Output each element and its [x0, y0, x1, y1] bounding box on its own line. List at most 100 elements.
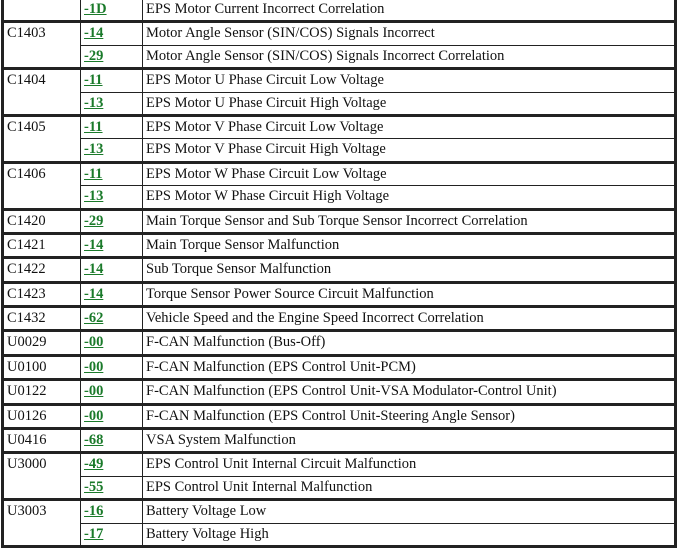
dtc-table: -1D EPS Motor Current Incorrect Correlati… [1, 0, 677, 548]
dtc-description: F-CAN Malfunction (EPS Control Unit-PCM) [142, 353, 677, 381]
table-row: C1403 -14 Motor Angle Sensor (SIN/COS) Sig… [1, 20, 677, 70]
table-row: U0416 -68 VSA System Malfunction [1, 427, 677, 454]
dtc-code: C1422 [1, 256, 81, 283]
subcode-cell: -16 [80, 498, 143, 524]
subcode-cell: -00 [80, 378, 143, 405]
table-row: U3000 -49 EPS Control Unit Internal Circui… [1, 451, 677, 501]
subcode-link[interactable]: -68 [84, 432, 103, 448]
table-row: -1D EPS Motor Current Incorrect Correlati… [1, 0, 677, 23]
table-row: U3003 -16 Battery Voltage Low [1, 498, 677, 548]
subcode-link[interactable]: -00 [84, 408, 103, 424]
dtc-description: Battery Voltage High [142, 522, 677, 548]
subcode-link[interactable]: -16 [84, 503, 103, 519]
dtc-code: U3003 [1, 498, 81, 548]
subcode-cell: -14 [80, 231, 143, 259]
subcode-link[interactable]: -29 [84, 213, 103, 229]
dtc-code: C1406 [1, 160, 81, 210]
table-row: C1432 -62 Vehicle Speed and the Engine Spe… [1, 305, 677, 332]
subcode-link[interactable]: -14 [84, 286, 103, 302]
table-row: -13 EPS Motor W Phase Circuit High Voltag… [3, 185, 677, 210]
subcode-link[interactable]: -13 [84, 95, 103, 111]
dtc-description: Main Torque Sensor and Sub Torque Sensor… [142, 207, 677, 234]
subcode-cell: -11 [80, 160, 143, 187]
dtc-description: Motor Angle Sensor (SIN/COS) Signals Inc… [142, 44, 677, 70]
subcode-link[interactable]: -17 [84, 526, 103, 542]
dtc-code: C1405 [1, 113, 81, 163]
subcode-link[interactable]: -62 [84, 310, 103, 326]
dtc-description: EPS Motor U Phase Circuit Low Voltage [142, 67, 677, 93]
subcode-link[interactable]: -13 [84, 141, 103, 157]
subcode-cell: -00 [80, 353, 143, 381]
table-row: -17 Battery Voltage High [3, 522, 677, 548]
table-row: U0126 -00 F-CAN Malfunction (EPS Control U… [1, 402, 677, 430]
subcode-link[interactable]: -11 [84, 72, 103, 88]
dtc-description: F-CAN Malfunction (EPS Control Unit-VSA … [142, 378, 677, 405]
dtc-description: Torque Sensor Power Source Circuit Malfu… [142, 280, 677, 308]
dtc-description: EPS Motor U Phase Circuit High Voltage [142, 91, 677, 116]
subcode-link[interactable]: -00 [84, 383, 103, 399]
table-row: C1420 -29 Main Torque Sensor and Sub Torqu… [1, 207, 677, 234]
subcode-cell: -00 [80, 402, 143, 430]
table-row: -13 EPS Motor U Phase Circuit High Voltag… [3, 91, 677, 116]
table-row: U0029 -00 F-CAN Malfunction (Bus-Off) [1, 329, 677, 356]
table-row: C1421 -14 Main Torque Sensor Malfunction [1, 231, 677, 259]
dtc-description: Battery Voltage Low [142, 498, 677, 524]
dtc-description: VSA System Malfunction [142, 427, 677, 454]
dtc-description: EPS Control Unit Internal Malfunction [142, 475, 677, 501]
dtc-description: EPS Control Unit Internal Circuit Malfun… [142, 451, 677, 477]
subcode-link[interactable]: -1D [84, 1, 107, 17]
subcode-cell: -29 [80, 207, 143, 234]
dtc-description: F-CAN Malfunction (EPS Control Unit-Stee… [142, 402, 677, 430]
dtc-code: U0416 [1, 427, 81, 454]
subcode-link[interactable]: -11 [84, 119, 103, 135]
subcode-cell: -55 [80, 475, 143, 501]
subcode-cell: -11 [80, 113, 143, 140]
table-row: C1405 -11 EPS Motor V Phase Circuit Low Vo… [1, 113, 677, 163]
subcode-link[interactable]: -00 [84, 334, 103, 350]
dtc-code [1, 0, 81, 23]
subcode-link[interactable]: -55 [84, 479, 103, 495]
dtc-description: EPS Motor V Phase Circuit High Voltage [142, 138, 677, 163]
dtc-code: C1403 [1, 20, 81, 70]
table-row: U0100 -00 F-CAN Malfunction (EPS Control U… [1, 353, 677, 381]
table-row: -13 EPS Motor V Phase Circuit High Voltag… [3, 138, 677, 163]
table-row: C1404 -11 EPS Motor U Phase Circuit Low Vo… [1, 67, 677, 116]
table-row: -55 EPS Control Unit Internal Malfunction [3, 475, 677, 501]
dtc-code: C1420 [1, 207, 81, 234]
subcode-link[interactable]: -14 [84, 261, 103, 277]
dtc-code: U0122 [1, 378, 81, 405]
dtc-description: EPS Motor W Phase Circuit High Voltage [142, 185, 677, 210]
subcode-cell: -14 [80, 256, 143, 283]
subcode-link[interactable]: -11 [84, 166, 103, 182]
dtc-code: C1421 [1, 231, 81, 259]
subcode-cell: -00 [80, 329, 143, 356]
subcode-link[interactable]: -13 [84, 188, 103, 204]
table-row: U0122 -00 F-CAN Malfunction (EPS Control U… [1, 378, 677, 405]
subcode-cell: -29 [80, 44, 143, 70]
subcode-link[interactable]: -00 [84, 359, 103, 375]
dtc-code: U3000 [1, 451, 81, 501]
dtc-description: EPS Motor W Phase Circuit Low Voltage [142, 160, 677, 187]
dtc-description: EPS Motor V Phase Circuit Low Voltage [142, 113, 677, 140]
dtc-code: C1423 [1, 280, 81, 308]
subcode-link[interactable]: -14 [84, 237, 103, 253]
dtc-code: U0100 [1, 353, 81, 381]
dtc-description: F-CAN Malfunction (Bus-Off) [142, 329, 677, 356]
subcode-cell: -11 [80, 67, 143, 93]
table-row: -29 Motor Angle Sensor (SIN/COS) Signals … [3, 44, 677, 70]
subcode-link[interactable]: -29 [84, 48, 103, 64]
table-row: C1406 -11 EPS Motor W Phase Circuit Low Vo… [1, 160, 677, 210]
dtc-code: C1432 [1, 305, 81, 332]
table-row: C1423 -14 Torque Sensor Power Source Circu… [1, 280, 677, 308]
subcode-link[interactable]: -49 [84, 456, 103, 472]
subcode-cell: -13 [80, 91, 143, 116]
dtc-code: C1404 [1, 67, 81, 116]
dtc-description: Motor Angle Sensor (SIN/COS) Signals Inc… [142, 20, 677, 46]
subcode-cell: -13 [80, 185, 143, 210]
dtc-description: Vehicle Speed and the Engine Speed Incor… [142, 305, 677, 332]
subcode-link[interactable]: -14 [84, 25, 103, 41]
dtc-description: EPS Motor Current Incorrect Correlation [142, 0, 677, 23]
subcode-cell: -17 [80, 522, 143, 548]
subcode-cell: -68 [80, 427, 143, 454]
table-row: C1422 -14 Sub Torque Sensor Malfunction [1, 256, 677, 283]
